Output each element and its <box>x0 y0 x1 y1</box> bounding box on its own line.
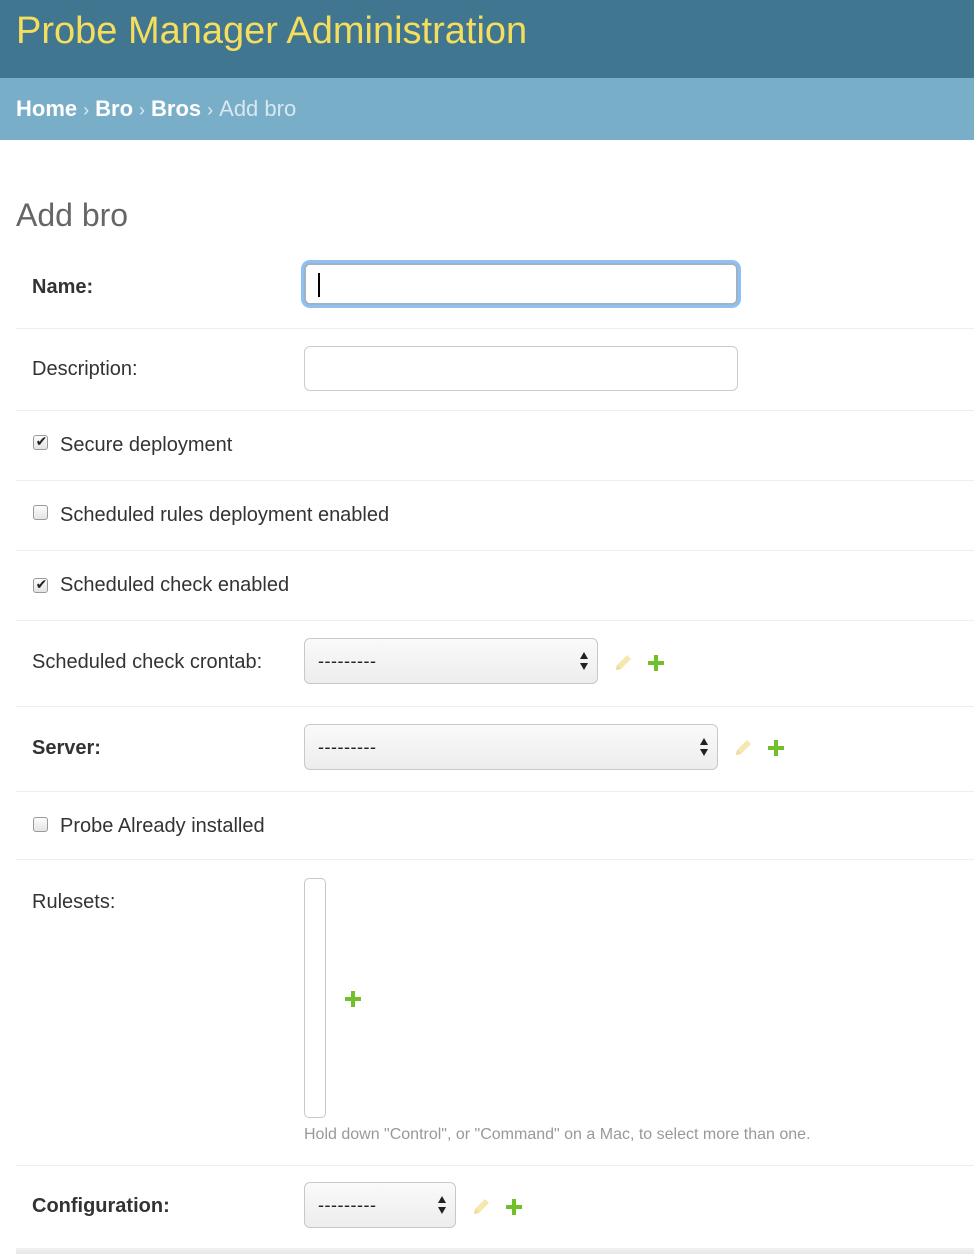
edit-pencil-icon[interactable] <box>733 738 753 758</box>
text-cursor <box>318 273 320 297</box>
scheduled-check-crontab-row: Scheduled check crontab: --------- <box>16 621 974 707</box>
server-select[interactable]: --------- <box>304 724 718 770</box>
probe-already-installed-row: Probe Already installed <box>16 792 974 860</box>
configuration-label: Configuration: <box>32 1195 170 1217</box>
breadcrumb-separator: › <box>139 100 146 120</box>
description-label: Description: <box>32 358 138 380</box>
secure-deployment-label: Secure deployment <box>60 434 233 456</box>
scheduled-check-crontab-label: Scheduled check crontab: <box>32 651 263 673</box>
edit-pencil-icon[interactable] <box>613 653 633 673</box>
configuration-select[interactable]: --------- <box>304 1182 456 1228</box>
configuration-row: Configuration: --------- <box>16 1166 974 1248</box>
secure-deployment-checkbox[interactable]: ✔ <box>33 434 48 450</box>
breadcrumb-separator: › <box>207 100 214 120</box>
breadcrumb: Home › Bro › Bros › Add bro <box>0 78 974 140</box>
select-arrows-icon <box>438 1196 446 1214</box>
add-plus-icon[interactable] <box>647 654 665 672</box>
rulesets-label: Rulesets: <box>32 891 116 913</box>
checkmark-icon: ✔ <box>35 434 48 450</box>
breadcrumb-home-link[interactable]: Home <box>16 96 77 121</box>
breadcrumb-model-link[interactable]: Bros <box>151 96 201 121</box>
description-row: Description: <box>16 329 974 411</box>
scheduled-check-enabled-label: Scheduled check enabled <box>60 574 290 596</box>
breadcrumb-separator: › <box>83 100 90 120</box>
server-row: Server: --------- <box>16 707 974 792</box>
select-arrows-icon <box>580 652 588 670</box>
breadcrumb-trail: Home › Bro › Bros › Add bro <box>16 78 296 141</box>
rulesets-row: Rulesets: Hold down "Control", or "Comma… <box>16 860 974 1166</box>
probe-already-installed-label: Probe Already installed <box>60 815 265 837</box>
scheduled-check-crontab-select[interactable]: --------- <box>304 638 598 684</box>
checkmark-icon: ✔ <box>35 577 48 593</box>
secure-deployment-row: ✔ Secure deployment <box>16 411 974 481</box>
breadcrumb-app-link[interactable]: Bro <box>95 96 133 121</box>
scheduled-rules-deployment-label: Scheduled rules deployment enabled <box>60 504 390 526</box>
scheduled-check-enabled-checkbox[interactable]: ✔ <box>33 577 48 593</box>
site-title[interactable]: Probe Manager Administration <box>16 8 527 54</box>
edit-pencil-icon[interactable] <box>471 1197 491 1217</box>
server-label: Server: <box>32 737 101 759</box>
name-label: Name: <box>32 276 94 298</box>
add-plus-icon[interactable] <box>344 990 362 1008</box>
scheduled-rules-deployment-checkbox[interactable] <box>33 505 48 520</box>
name-input[interactable] <box>304 263 738 305</box>
select-value: --------- <box>318 737 377 757</box>
scheduled-check-enabled-row: ✔ Scheduled check enabled <box>16 551 974 621</box>
breadcrumb-current: Add bro <box>219 96 297 121</box>
site-header: Probe Manager Administration <box>0 0 974 78</box>
rulesets-multiselect[interactable] <box>304 878 326 1118</box>
description-input[interactable] <box>304 346 738 391</box>
add-plus-icon[interactable] <box>505 1198 523 1216</box>
page-title: Add bro <box>16 197 129 234</box>
add-plus-icon[interactable] <box>767 739 785 757</box>
select-arrows-icon <box>700 738 708 756</box>
rulesets-help-text: Hold down "Control", or "Command" on a M… <box>304 1126 811 1143</box>
scheduled-rules-deployment-row: Scheduled rules deployment enabled <box>16 481 974 551</box>
select-value: --------- <box>318 651 377 671</box>
submit-row-edge <box>16 1248 974 1254</box>
name-row: Name: <box>16 246 974 329</box>
probe-already-installed-checkbox[interactable] <box>33 817 48 832</box>
select-value: --------- <box>318 1195 377 1215</box>
